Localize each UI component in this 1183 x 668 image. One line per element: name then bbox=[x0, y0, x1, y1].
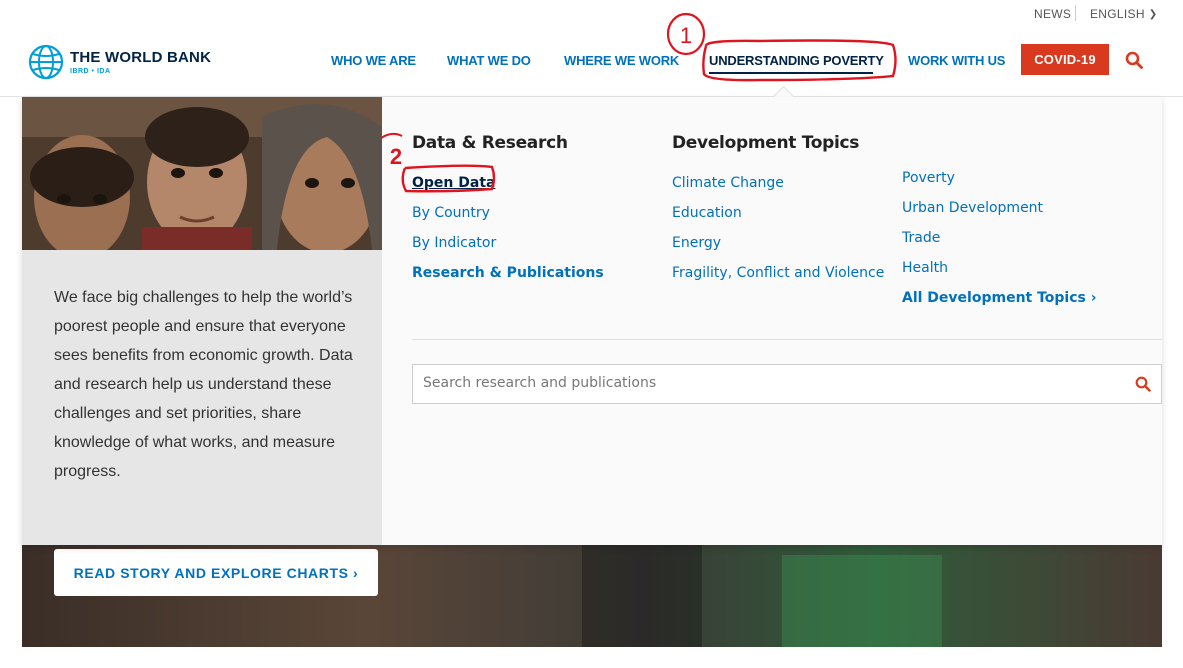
children-photo-art bbox=[22, 97, 382, 250]
chevron-down-icon: ❯ bbox=[1148, 9, 1158, 20]
data-research-title: Data & Research bbox=[412, 133, 568, 153]
intro-panel: We face big challenges to help the world… bbox=[22, 97, 382, 545]
search-icon[interactable] bbox=[1125, 51, 1143, 69]
by-country-link[interactable]: By Country bbox=[412, 198, 604, 228]
read-story-button[interactable]: READ STORY AND EXPLORE CHARTS › bbox=[54, 549, 378, 596]
globe-icon bbox=[28, 44, 64, 80]
by-indicator-link[interactable]: By Indicator bbox=[412, 228, 604, 258]
logo-subtitle: IBRD • IDA bbox=[70, 68, 111, 75]
language-selector[interactable]: ENGLISH ❯ bbox=[1090, 7, 1157, 21]
nav-work-with-us[interactable]: WORK WITH US bbox=[908, 53, 1005, 68]
news-link[interactable]: NEWS bbox=[1034, 7, 1071, 21]
search-icon[interactable] bbox=[1135, 376, 1151, 392]
mega-menu: We face big challenges to help the world… bbox=[22, 97, 1162, 545]
nav-understanding-poverty[interactable]: UNDERSTANDING POVERTY bbox=[709, 53, 884, 68]
nav-who-we-are[interactable]: WHO WE ARE bbox=[331, 53, 416, 68]
covid-button[interactable]: COVID-19 bbox=[1021, 44, 1109, 75]
utility-bar: NEWS ENGLISH ❯ bbox=[0, 0, 1183, 26]
nav-what-we-do[interactable]: WHAT WE DO bbox=[447, 53, 531, 68]
language-label: ENGLISH bbox=[1090, 7, 1145, 21]
dev-topics-column-2: Poverty Urban Development Trade Health A… bbox=[902, 163, 1097, 313]
logo-title: THE WORLD BANK bbox=[70, 49, 212, 66]
poverty-link[interactable]: Poverty bbox=[902, 163, 1097, 193]
all-topics-link[interactable]: All Development Topics › bbox=[902, 283, 1097, 313]
climate-change-link[interactable]: Climate Change bbox=[672, 168, 884, 198]
urban-development-link[interactable]: Urban Development bbox=[902, 193, 1097, 223]
open-data-link[interactable]: Open Data bbox=[412, 168, 604, 198]
data-research-column: Data & Research Open Data By Country By … bbox=[412, 133, 604, 288]
research-publications-link[interactable]: Research & Publications bbox=[412, 258, 604, 288]
children-photo bbox=[22, 97, 382, 250]
nav-where-we-work[interactable]: WHERE WE WORK bbox=[564, 53, 679, 68]
fragility-link[interactable]: Fragility, Conflict and Violence bbox=[672, 258, 884, 288]
research-search-box bbox=[412, 364, 1162, 404]
health-link[interactable]: Health bbox=[902, 253, 1097, 283]
energy-link[interactable]: Energy bbox=[672, 228, 884, 258]
intro-text: We face big challenges to help the world… bbox=[54, 289, 353, 480]
divider bbox=[1075, 5, 1076, 21]
trade-link[interactable]: Trade bbox=[902, 223, 1097, 253]
research-search-input[interactable] bbox=[413, 365, 1133, 401]
nav-active-indicator bbox=[709, 72, 873, 74]
dev-topics-title: Development Topics bbox=[672, 133, 860, 153]
section-divider bbox=[412, 339, 1162, 340]
dev-topics-column: Development Topics Climate Change Educat… bbox=[672, 133, 884, 288]
main-header: THE WORLD BANK IBRD • IDA WHO WE ARE WHA… bbox=[0, 26, 1183, 97]
logo[interactable]: THE WORLD BANK IBRD • IDA bbox=[28, 44, 218, 84]
education-link[interactable]: Education bbox=[672, 198, 884, 228]
